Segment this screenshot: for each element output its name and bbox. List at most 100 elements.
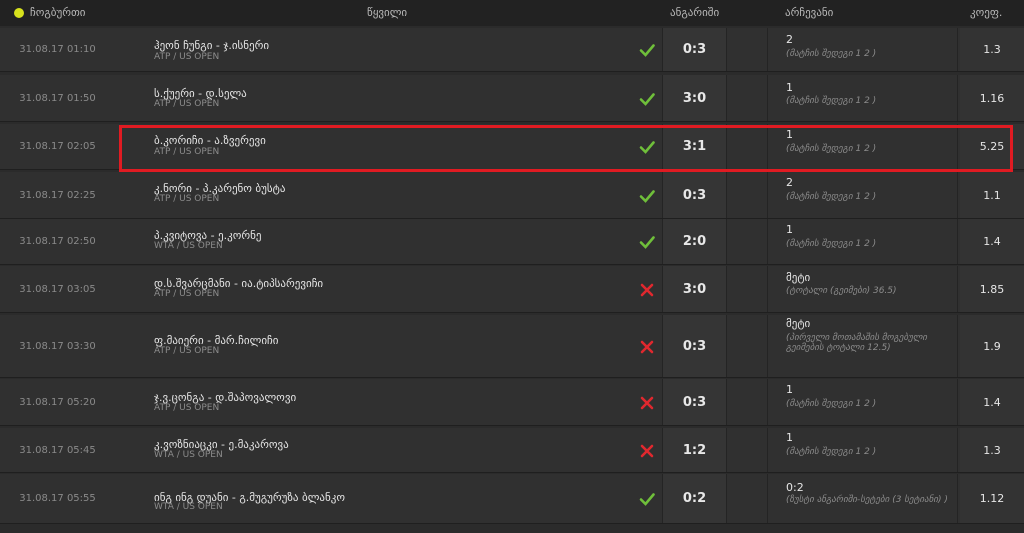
check-icon [638, 233, 656, 251]
event-league: WTA / US OPEN [154, 241, 223, 251]
match-date: 31.08.17 02:05 [19, 141, 96, 152]
choice-value: 1 [786, 223, 793, 236]
coefficient: 1.1 [960, 172, 1024, 218]
event-league: ATP / US OPEN [154, 289, 220, 299]
event-league: WTA / US OPEN [154, 502, 223, 512]
match-score: 2:0 [662, 219, 727, 264]
coefficient: 1.4 [960, 379, 1024, 425]
coefficient: 1.9 [960, 315, 1024, 377]
choice-value: 1 [786, 431, 793, 444]
spacer-cell [728, 28, 768, 71]
choice-note: (მატჩის შედეგი 1 2 ) [786, 144, 877, 154]
choice-note: (ტოტალი (გეიმები) 36.5) [786, 286, 897, 296]
column-header-event: წყვილი [367, 6, 408, 19]
check-icon [638, 490, 656, 508]
spacer-cell [728, 315, 768, 377]
choice-cell: 2 (მატჩის შედეგი 1 2 ) [770, 28, 958, 71]
choice-cell: 1 (მატჩის შედეგი 1 2 ) [770, 379, 958, 425]
choice-value: 2 [786, 176, 793, 189]
choice-value: 1 [786, 81, 793, 94]
event-cell[interactable]: ს.ქუერი - დ.სელა ATP / US OPEN [117, 75, 659, 121]
choice-value: მეტი [786, 271, 811, 284]
table-row[interactable]: 31.08.17 03:30 ფ.მაიერი - მარ.ჩილიჩი ATP /… [0, 315, 1024, 378]
event-cell[interactable]: ჰეონ ჩუნგი - ჯ.ისნერი ATP / US OPEN [117, 28, 659, 71]
check-icon [638, 187, 656, 205]
event-league: ATP / US OPEN [154, 52, 220, 62]
check-icon [638, 90, 656, 108]
choice-note: (მატჩის შედეგი 1 2 ) [786, 399, 877, 409]
event-cell[interactable]: კ.ვოზნიაცკი - ე.მაკაროვა WTA / US OPEN [117, 428, 659, 472]
event-cell[interactable]: ინგ ინგ დუანი - გ.მუგურუზა ბლანკო WTA / U… [117, 474, 659, 523]
event-league: ATP / US OPEN [154, 147, 220, 157]
cross-icon [638, 338, 656, 356]
choice-note: (მატჩის შედეგი 1 2 ) [786, 192, 877, 202]
event-cell[interactable]: ბ.კორიჩი - ა.ზვერევი ATP / US OPEN [117, 124, 659, 169]
match-score: 3:0 [662, 266, 727, 312]
choice-value: 0:2 [786, 481, 804, 494]
event-cell[interactable]: დ.ს.შვარცმანი - ია.ტიპსარევიჩი ATP / US O… [117, 266, 659, 312]
coefficient: 1.3 [960, 428, 1024, 472]
choice-value: 1 [786, 383, 793, 396]
table-row[interactable]: 31.08.17 03:05 დ.ს.შვარცმანი - ია.ტიპსარე… [0, 266, 1024, 313]
match-date: 31.08.17 02:50 [19, 236, 96, 247]
event-cell[interactable]: პ.კვიტოვა - ე.კორნე WTA / US OPEN [117, 219, 659, 264]
choice-cell: 2 (მატჩის შედეგი 1 2 ) [770, 172, 958, 218]
choice-cell: მეტი (ტოტალი (გეიმები) 36.5) [770, 266, 958, 312]
match-score: 0:3 [662, 28, 727, 71]
event-cell[interactable]: ჯ.ვ.ცონგა - დ.შაპოვალოვი ATP / US OPEN [117, 379, 659, 425]
table-row[interactable]: 31.08.17 02:50 პ.კვიტოვა - ე.კორნე WTA / U… [0, 219, 1024, 265]
choice-note: (პირველი მოთამაშის მოგებული გეიმების ტოტ… [786, 333, 928, 353]
spacer-cell [728, 266, 768, 312]
coefficient: 1.12 [960, 474, 1024, 523]
choice-cell: 1 (მატჩის შედეგი 1 2 ) [770, 219, 958, 264]
column-header-choice: არჩევანი [785, 6, 834, 19]
event-title[interactable]: ბ.კორიჩი - ა.ზვერევი [154, 134, 266, 147]
event-cell[interactable]: ფ.მაიერი - მარ.ჩილიჩი ATP / US OPEN [117, 315, 659, 377]
event-title[interactable]: ჰეონ ჩუნგი - ჯ.ისნერი [154, 39, 269, 52]
choice-note: (ზუსტი ანგარიში-სეტები (3 სეტიანი) ) [786, 495, 948, 505]
choice-note: (მატჩის შედეგი 1 2 ) [786, 239, 877, 249]
check-icon [638, 138, 656, 156]
table-row[interactable]: 31.08.17 05:55 ინგ ინგ დუანი - გ.მუგურუზა… [0, 474, 1024, 524]
choice-note: (მატჩის შედეგი 1 2 ) [786, 447, 877, 457]
coefficient: 5.25 [960, 124, 1024, 169]
match-score: 1:2 [662, 428, 727, 472]
event-league: WTA / US OPEN [154, 450, 223, 460]
spacer-cell [728, 75, 768, 121]
match-score: 3:0 [662, 75, 727, 121]
match-score: 0:3 [662, 379, 727, 425]
coefficient: 1.16 [960, 75, 1024, 121]
spacer-cell [728, 474, 768, 523]
choice-cell: მეტი (პირველი მოთამაშის მოგებული გეიმების… [770, 315, 958, 377]
match-date: 31.08.17 05:45 [19, 444, 96, 456]
coefficient: 1.85 [960, 266, 1024, 312]
spacer-cell [728, 379, 768, 425]
table-header: ჩოგბურთი წყვილი ანგარიში არჩევანი კოეფ. [0, 0, 1024, 26]
cross-icon [638, 442, 656, 460]
table-row[interactable]: 31.08.17 01:10 ჰეონ ჩუნგი - ჯ.ისნერი ATP /… [0, 28, 1024, 72]
choice-cell: 0:2 (ზუსტი ანგარიში-სეტები (3 სეტიანი) ) [770, 474, 958, 523]
spacer-cell [728, 124, 768, 169]
table-row[interactable]: 31.08.17 05:20 ჯ.ვ.ცონგა - დ.შაპოვალოვი AT… [0, 379, 1024, 426]
choice-note: (მატჩის შედეგი 1 2 ) [786, 49, 877, 59]
coefficient: 1.4 [960, 219, 1024, 264]
match-score: 0:3 [662, 172, 727, 218]
match-date: 31.08.17 01:50 [19, 92, 96, 104]
event-cell[interactable]: კ.ნორი - პ.კარენო ბუსტა ATP / US OPEN [117, 172, 659, 218]
sport-filter-tennis[interactable]: ჩოგბურთი [14, 6, 85, 19]
choice-cell: 1 (მატჩის შედეგი 1 2 ) [770, 428, 958, 472]
table-row[interactable]: 31.08.17 05:45 კ.ვოზნიაცკი - ე.მაკაროვა WT… [0, 428, 1024, 473]
table-row[interactable]: 31.08.17 01:50 ს.ქუერი - დ.სელა ATP / US O… [0, 75, 1024, 122]
table-row[interactable]: 31.08.17 02:05 ბ.კორიჩი - ა.ზვერევი ATP / … [0, 124, 1024, 170]
choice-value: მეტი [786, 317, 811, 330]
match-date: 31.08.17 05:55 [19, 493, 96, 504]
spacer-cell [728, 428, 768, 472]
table-row[interactable]: 31.08.17 02:25 კ.ნორი - პ.კარენო ბუსტა ATP… [0, 172, 1024, 219]
match-score: 3:1 [662, 124, 727, 169]
spacer-cell [728, 172, 768, 218]
match-date: 31.08.17 01:10 [19, 44, 96, 55]
choice-cell: 1 (მატჩის შედეგი 1 2 ) [770, 124, 958, 169]
cross-icon [638, 281, 656, 299]
event-league: ATP / US OPEN [154, 194, 220, 204]
event-league: ATP / US OPEN [154, 99, 220, 109]
